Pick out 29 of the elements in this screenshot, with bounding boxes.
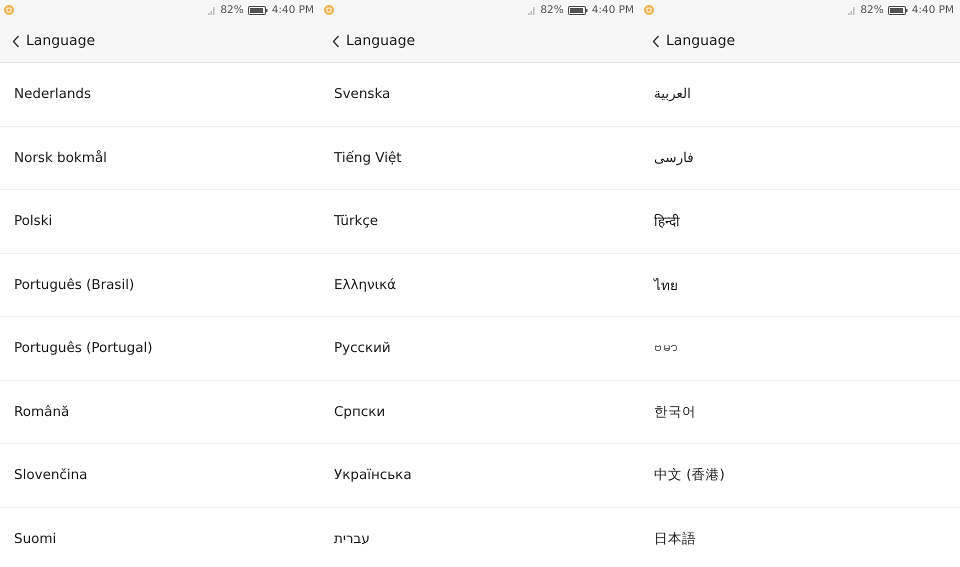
language-item[interactable]: 中文 (香港)	[640, 444, 960, 508]
signal-icon	[847, 5, 856, 15]
screen-title: Language	[666, 33, 736, 49]
notification-icon	[324, 5, 334, 15]
language-item[interactable]: 한국어	[640, 380, 960, 444]
back-icon[interactable]	[652, 34, 660, 48]
language-item[interactable]: 日本語	[640, 508, 960, 567]
language-item[interactable]: ဗမာ	[640, 317, 960, 380]
signal-icon	[527, 5, 536, 15]
back-icon[interactable]	[12, 34, 20, 48]
screen-title: Language	[346, 33, 416, 49]
clock: 4:40 PM	[592, 4, 634, 16]
battery-percent: 82%	[860, 4, 884, 16]
language-item[interactable]: ไทย	[640, 254, 960, 317]
battery-icon	[888, 6, 908, 14]
battery-percent: 82%	[220, 4, 244, 16]
battery-icon	[248, 6, 268, 14]
battery-percent: 82%	[540, 4, 564, 16]
battery-icon	[568, 6, 588, 14]
screen-title: Language	[26, 33, 96, 49]
signal-icon	[207, 5, 216, 15]
language-item[interactable]: हिन्दी	[640, 190, 960, 254]
language-item[interactable]: العربية	[640, 63, 960, 126]
clock: 4:40 PM	[272, 4, 314, 16]
notification-icon	[644, 5, 654, 15]
language-item[interactable]: فارسی	[640, 126, 960, 190]
clock: 4:40 PM	[912, 4, 954, 16]
back-icon[interactable]	[332, 34, 340, 48]
notification-icon	[4, 5, 14, 15]
